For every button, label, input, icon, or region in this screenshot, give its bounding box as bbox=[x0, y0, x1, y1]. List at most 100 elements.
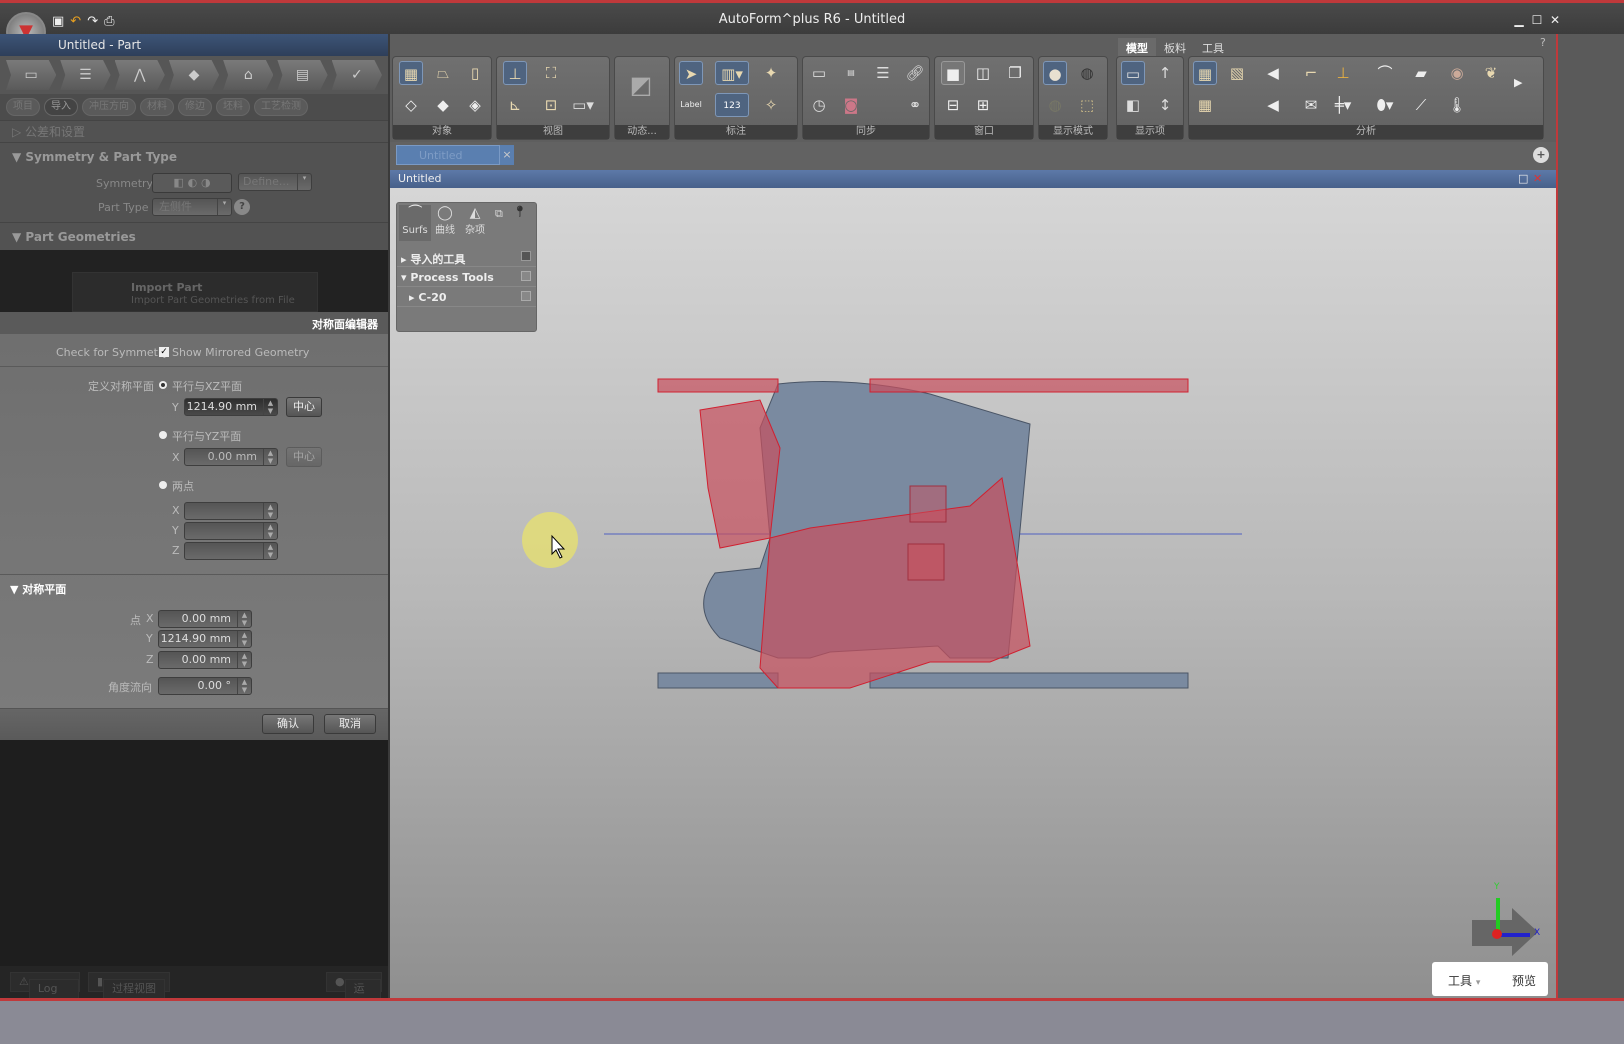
object-page-icon[interactable]: ▯ bbox=[463, 61, 487, 85]
pill-blank[interactable]: 坯料 bbox=[216, 98, 250, 116]
analysis-radius-icon[interactable]: ⟋ bbox=[1409, 93, 1433, 117]
cancel-button[interactable]: 取消 bbox=[324, 714, 376, 734]
analysis-draw-icon[interactable]: ⌒ bbox=[1373, 61, 1397, 85]
magic-wand2-icon[interactable]: ✧ bbox=[759, 93, 783, 117]
dimension-value-button[interactable]: 123 bbox=[715, 93, 749, 117]
yz-value-input[interactable]: 0.00 mm ▲ ▼ bbox=[184, 448, 278, 466]
view-reset-icon[interactable]: ⊾ bbox=[503, 93, 527, 117]
yz-center-button[interactable]: 中心 bbox=[286, 447, 322, 467]
pill-trim[interactable]: 修边 bbox=[178, 98, 212, 116]
3d-viewport[interactable]: ⏜ Surfs ◯ 曲线 ◭ 杂项 ⧉ 📍︎ ▸ 导入的工具 ▾ Process To… bbox=[390, 188, 1556, 1000]
point-x-input[interactable]: 0.00 mm ▲ ▼ bbox=[158, 610, 252, 628]
ribbon-scroll-right[interactable]: ▶ bbox=[1514, 76, 1522, 89]
print-icon[interactable]: ⎙ bbox=[104, 14, 120, 29]
tree-tab-curves[interactable]: ◯ 曲线 bbox=[435, 205, 455, 237]
thermometer-icon[interactable]: 🌡︎ bbox=[1445, 93, 1469, 117]
analysis-surface-icon[interactable]: ▦ bbox=[1193, 61, 1217, 85]
pill-import[interactable]: 导入 bbox=[44, 98, 78, 116]
step-layout-icon[interactable]: ☰ bbox=[60, 60, 111, 90]
view-zoom-box-icon[interactable]: ⊡ bbox=[539, 93, 563, 117]
analysis-zebra-icon[interactable]: ◉ bbox=[1445, 61, 1469, 85]
run-button[interactable]: ● 运行 bbox=[326, 972, 382, 1013]
sync-surface-icon[interactable]: ◙ bbox=[839, 93, 863, 117]
shaded-sphere-icon[interactable]: ● bbox=[1043, 61, 1067, 85]
view-close-icon[interactable]: ✕ bbox=[1533, 170, 1542, 188]
pill-project[interactable]: 项目 bbox=[6, 98, 40, 116]
tree-item-c20[interactable]: ▸ C-20 bbox=[397, 287, 536, 307]
pill-check[interactable]: 工艺检测 bbox=[254, 98, 308, 116]
preview-button[interactable]: 预览 bbox=[1512, 972, 1536, 989]
view-axes-icon[interactable]: ⊥ bbox=[503, 61, 527, 85]
minimize-button[interactable]: ▁ bbox=[1512, 13, 1526, 27]
object-solid-icon[interactable]: ▦ bbox=[399, 61, 423, 85]
xz-center-button[interactable]: 中心 bbox=[286, 397, 322, 417]
maximize-button[interactable]: ☐ bbox=[1530, 13, 1544, 27]
tree-item-imported-tools[interactable]: ▸ 导入的工具 bbox=[397, 247, 536, 267]
analysis-edge-icon[interactable]: ⌐ bbox=[1299, 61, 1323, 85]
angle-input[interactable]: 0.00 ° ▲ ▼ bbox=[158, 677, 252, 695]
part-geometries-title[interactable]: Part Geometries bbox=[25, 230, 135, 244]
view-maximize-icon[interactable]: □ bbox=[1518, 170, 1528, 188]
analysis-offset-icon[interactable]: ▰ bbox=[1409, 61, 1433, 85]
ok-button[interactable]: 确认 bbox=[262, 714, 314, 734]
object-sheet3-icon[interactable]: ◈ bbox=[463, 93, 487, 117]
dynamic-section-icon[interactable]: ◩ bbox=[629, 73, 653, 97]
tp-y-input[interactable]: ▲ ▼ bbox=[184, 522, 278, 540]
analysis-mesh-icon[interactable]: ▧ bbox=[1225, 61, 1249, 85]
mesh-sphere-icon[interactable]: ◍ bbox=[1043, 93, 1067, 117]
window-split-v-icon[interactable]: ◫ bbox=[971, 61, 995, 85]
part-type-select[interactable]: 左侧件 ▾ bbox=[152, 198, 232, 216]
point-y-input[interactable]: 1214.90 mm ▲ ▼ bbox=[158, 630, 252, 648]
radio-yz[interactable] bbox=[159, 431, 167, 439]
analysis-curvature-icon[interactable]: ❦ bbox=[1479, 61, 1503, 85]
symmetry-mode-buttons[interactable]: ◧ ◐ ◑ bbox=[152, 173, 232, 193]
window-cascade-icon[interactable]: ❐ bbox=[1003, 61, 1027, 85]
monitor-button[interactable]: ▮ 过程视图 bbox=[88, 972, 170, 999]
tree-export-icon[interactable]: ⧉ bbox=[495, 207, 503, 221]
select-cursor-icon[interactable]: ➤ bbox=[679, 61, 703, 85]
symmetry-define-select[interactable]: Define... ▾ bbox=[238, 173, 312, 191]
help-icon[interactable]: ? bbox=[234, 199, 250, 215]
tree-tab-misc[interactable]: ◭ 杂项 bbox=[465, 205, 485, 237]
magic-wand-icon[interactable]: ✦ bbox=[759, 61, 783, 85]
symmetry-section-title[interactable]: Symmetry & Part Type bbox=[25, 150, 177, 164]
save-icon[interactable]: ▣ bbox=[52, 14, 70, 29]
plane-section-header[interactable]: ▼ 对称平面 bbox=[10, 581, 66, 597]
tab-tools[interactable]: 工具 bbox=[1194, 38, 1232, 58]
view-fit-icon[interactable]: ⛶ bbox=[539, 61, 563, 85]
tools-dropdown[interactable]: 工具 ▾ bbox=[1448, 972, 1480, 989]
tab-blank[interactable]: 板料 bbox=[1156, 38, 1194, 58]
step-result-icon[interactable]: ✓ bbox=[331, 60, 382, 90]
tp-z-input[interactable]: ▲ ▼ bbox=[184, 542, 278, 560]
pill-direction[interactable]: 冲压方向 bbox=[82, 98, 136, 116]
xz-value-input[interactable]: 1214.90 mm ▲ ▼ bbox=[184, 398, 278, 416]
outline-icon[interactable]: ⬚ bbox=[1075, 93, 1099, 117]
window-single-icon[interactable]: ■ bbox=[941, 61, 965, 85]
object-sheet2-icon[interactable]: ◆ bbox=[431, 93, 455, 117]
object-die-icon[interactable]: ⏢ bbox=[431, 61, 455, 85]
analysis-patch-icon[interactable]: ▦ bbox=[1193, 93, 1217, 117]
window-quad-icon[interactable]: ⊞ bbox=[971, 93, 995, 117]
analysis-section2-icon[interactable]: ◀ bbox=[1261, 93, 1285, 117]
radio-xz[interactable] bbox=[159, 381, 167, 389]
sync-camera-icon[interactable]: ▭ bbox=[807, 61, 831, 85]
step-numeric-icon[interactable]: ▤ bbox=[277, 60, 328, 90]
radio-two-points[interactable] bbox=[159, 481, 167, 489]
step-addendum-icon[interactable]: ⋀ bbox=[114, 60, 165, 90]
point-z-input[interactable]: 0.00 mm ▲ ▼ bbox=[158, 651, 252, 669]
analysis-section-icon[interactable]: ◀ bbox=[1261, 61, 1285, 85]
tolerance-section[interactable]: ▷ 公差和设置 bbox=[0, 120, 388, 142]
window-split-h-icon[interactable]: ⊟ bbox=[941, 93, 965, 117]
help-icon[interactable]: ? bbox=[1540, 36, 1546, 49]
object-sheet-icon[interactable]: ◇ bbox=[399, 93, 423, 117]
view-camera-icon[interactable]: ▭▾ bbox=[571, 93, 595, 117]
ruler-icon[interactable]: ▥▾ bbox=[715, 61, 749, 85]
log-button[interactable]: ⚠ Log (1) bbox=[10, 972, 80, 1013]
unlink-icon[interactable]: ⚭ bbox=[903, 93, 927, 117]
tab-model[interactable]: 模型 bbox=[1118, 38, 1156, 58]
display-normal-icon[interactable]: ↑ bbox=[1153, 61, 1177, 85]
step-part-icon[interactable]: ▭ bbox=[6, 60, 57, 90]
undo-icon[interactable]: ↶ bbox=[70, 14, 87, 29]
add-tab-icon[interactable]: + bbox=[1533, 147, 1549, 163]
analysis-mail-icon[interactable]: ✉ bbox=[1299, 93, 1323, 117]
